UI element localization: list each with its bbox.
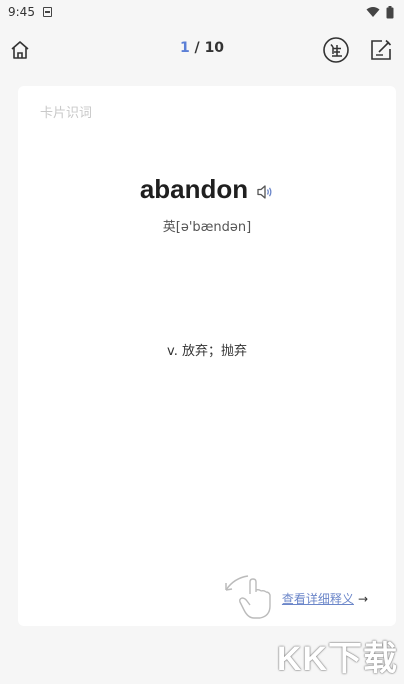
current-index: 1 bbox=[179, 40, 190, 56]
word-card[interactable]: 卡片识词 abandon 英[ə'bændən] v. 放弃；抛弃 查看详细释义… bbox=[18, 86, 396, 626]
wifi-icon bbox=[366, 6, 380, 18]
total-count: 10 bbox=[204, 40, 225, 56]
detail-row: 查看详细释义 → bbox=[282, 590, 368, 607]
word-row: abandon bbox=[18, 174, 396, 205]
word-text: abandon bbox=[139, 174, 249, 204]
arrow-right-icon: → bbox=[357, 591, 368, 606]
view-details-link[interactable]: 查看详细释义 bbox=[282, 590, 354, 607]
learn-icon[interactable] bbox=[322, 36, 350, 64]
swipe-hand-icon bbox=[220, 568, 290, 623]
battery-icon bbox=[386, 5, 394, 19]
phonetic: 英[ə'bændən] bbox=[162, 220, 252, 235]
watermark-logo: KK下载 bbox=[276, 640, 398, 678]
top-toolbar: 1 / 10 bbox=[0, 30, 404, 70]
notification-icon bbox=[42, 7, 52, 17]
speaker-icon[interactable] bbox=[256, 184, 274, 200]
card-title: 卡片识词 bbox=[40, 106, 93, 121]
definition: v. 放弃；抛弃 bbox=[167, 344, 247, 359]
status-bar: 9:45 bbox=[0, 0, 404, 24]
edit-icon[interactable] bbox=[368, 37, 394, 63]
status-time: 9:45 bbox=[8, 5, 35, 19]
counter-separator: / bbox=[189, 40, 205, 56]
